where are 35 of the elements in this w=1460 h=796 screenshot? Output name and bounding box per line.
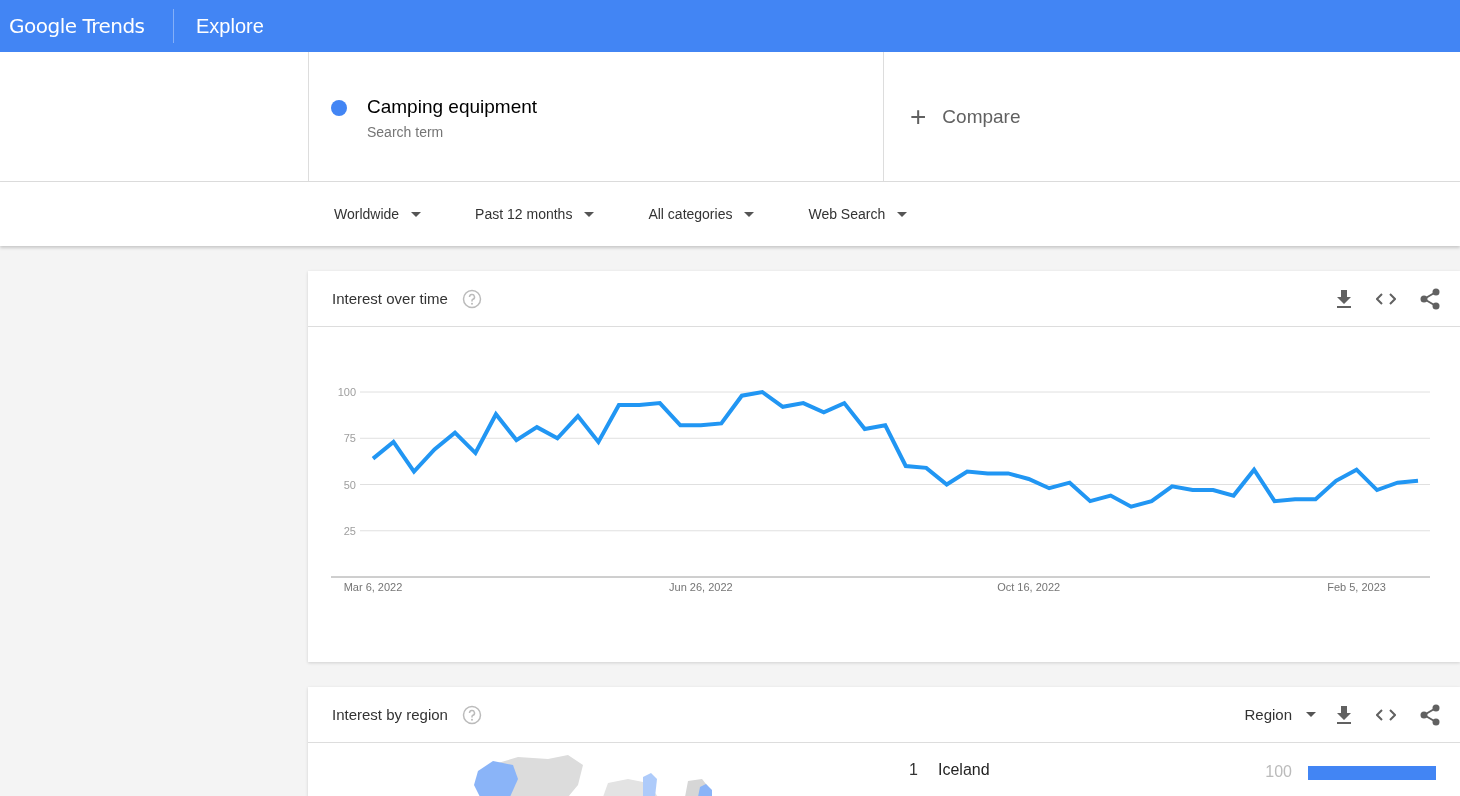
plus-icon[interactable]: + (910, 100, 927, 133)
caret-icon (897, 211, 908, 217)
download-icon[interactable] (1336, 289, 1352, 308)
x-tick-label: Jun 26, 2022 (669, 581, 733, 593)
rank-number: 1 (908, 761, 918, 779)
search-term-subtitle: Search term (367, 124, 445, 140)
region-dropdown[interactable]: Region (1244, 706, 1316, 723)
region-value: 100 (1265, 763, 1292, 781)
filter-dropdown[interactable]: All categories (648, 206, 755, 222)
card-title: Interest over time (332, 290, 448, 307)
search-term[interactable]: Camping equipment (367, 96, 538, 118)
caret-icon (1306, 712, 1316, 717)
caret-icon (411, 211, 422, 217)
share-icon[interactable] (1420, 287, 1440, 310)
embed-icon[interactable] (1376, 292, 1396, 305)
region-name[interactable]: Iceland (938, 761, 990, 779)
x-tick-label: Oct 16, 2022 (997, 581, 1061, 593)
download-icon[interactable] (1336, 705, 1352, 724)
y-tick-label: 50 (343, 478, 356, 491)
compare-field[interactable]: Compare (942, 105, 1021, 128)
caret-icon (744, 211, 755, 217)
embed-icon[interactable] (1376, 708, 1396, 721)
card-title: Interest by region (332, 706, 448, 723)
caret-icon (584, 211, 595, 217)
y-tick-label: 75 (343, 432, 356, 445)
x-tick-label: Feb 5, 2023 (1327, 581, 1386, 593)
x-tick-label: Mar 6, 2022 (343, 581, 403, 593)
y-tick-label: 100 (337, 386, 356, 398)
page-title: Explore (196, 14, 264, 38)
share-icon[interactable] (1420, 703, 1440, 726)
logo[interactable]: Google Trends (0, 14, 159, 38)
filter-dropdown[interactable]: Past 12 months (475, 206, 595, 222)
filter-dropdown[interactable]: Worldwide (334, 206, 422, 222)
filter-dropdown[interactable]: Web Search (808, 206, 908, 222)
y-tick-label: 25 (343, 524, 356, 537)
